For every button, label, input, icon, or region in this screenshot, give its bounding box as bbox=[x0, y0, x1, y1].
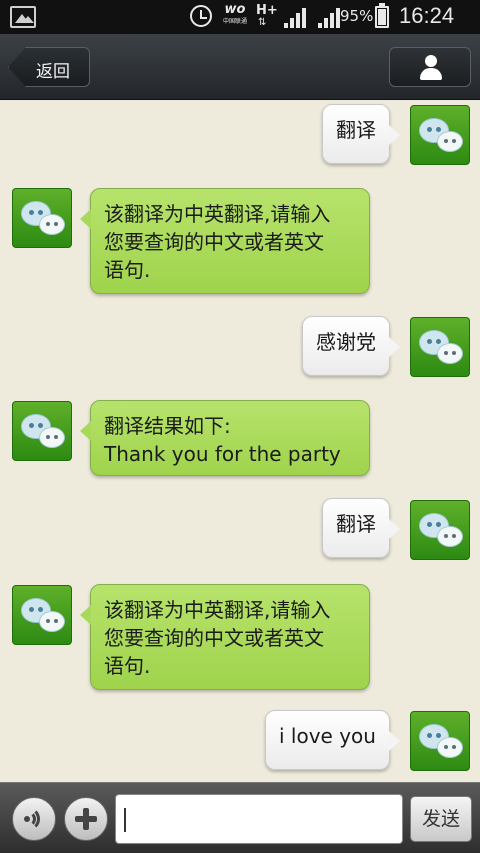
carrier-logo: wo 中国联通 bbox=[220, 2, 250, 28]
message-text: Thank you for the party bbox=[104, 442, 341, 466]
back-button-label: 返回 bbox=[36, 62, 70, 82]
message-text: 翻译 bbox=[336, 118, 376, 142]
attach-button[interactable] bbox=[64, 797, 108, 841]
message-text: 语句. bbox=[104, 654, 151, 678]
message-bubble-outgoing[interactable]: i love you bbox=[265, 710, 400, 770]
message-text: 翻译 bbox=[336, 512, 376, 536]
message-bubble-outgoing[interactable]: 感谢党 bbox=[302, 316, 400, 376]
message-text: 该翻译为中英翻译,请输入 bbox=[104, 598, 331, 622]
title-bar: 返回 bbox=[0, 34, 480, 100]
person-icon bbox=[420, 55, 442, 81]
my-avatar[interactable] bbox=[410, 105, 470, 165]
carrier-logo-text: wo bbox=[224, 2, 246, 17]
message-text: 您要查询的中文或者英文 bbox=[104, 626, 324, 650]
voice-icon bbox=[22, 807, 46, 831]
signal-strength-icon-2 bbox=[318, 8, 340, 28]
status-bar: wo 中国联通 H+ ⇅ 95% 16:24 bbox=[0, 0, 480, 34]
battery-percent: 95% bbox=[340, 7, 374, 25]
alarm-icon bbox=[190, 5, 212, 27]
wechat-bot-avatar[interactable] bbox=[12, 188, 72, 248]
my-avatar[interactable] bbox=[410, 317, 470, 377]
wechat-bot-avatar[interactable] bbox=[12, 585, 72, 645]
network-type: H+ bbox=[256, 3, 278, 18]
text-caret bbox=[124, 808, 126, 832]
chat-area[interactable]: 翻译 该翻译为中英翻译,请输入 您要查询的中文或者英文 语句. 感谢党 翻译结果… bbox=[0, 100, 480, 782]
plus-icon bbox=[75, 808, 97, 830]
message-bubble-incoming[interactable]: 该翻译为中英翻译,请输入 您要查询的中文或者英文 语句. bbox=[80, 188, 370, 294]
message-bubble-outgoing[interactable]: 翻译 bbox=[322, 104, 400, 164]
clock: 16:24 bbox=[399, 3, 455, 28]
message-bubble-incoming[interactable]: 该翻译为中英翻译,请输入 您要查询的中文或者英文 语句. bbox=[80, 584, 370, 690]
send-button[interactable]: 发送 bbox=[410, 796, 472, 842]
message-text: 翻译结果如下: bbox=[104, 414, 231, 438]
gallery-notification-icon bbox=[10, 6, 36, 28]
my-avatar[interactable] bbox=[410, 711, 470, 771]
carrier-name: 中国联通 bbox=[222, 18, 247, 25]
message-text: 语句. bbox=[104, 258, 151, 282]
message-bubble-outgoing[interactable]: 翻译 bbox=[322, 498, 400, 558]
message-text: 感谢党 bbox=[316, 330, 376, 354]
message-text: 该翻译为中英翻译,请输入 bbox=[104, 202, 331, 226]
voice-button[interactable] bbox=[12, 797, 56, 841]
profile-button[interactable] bbox=[389, 47, 471, 87]
my-avatar[interactable] bbox=[410, 500, 470, 560]
battery-icon bbox=[375, 3, 389, 28]
message-text: 您要查询的中文或者英文 bbox=[104, 230, 324, 254]
back-button[interactable]: 返回 bbox=[8, 47, 90, 87]
wechat-bot-avatar[interactable] bbox=[12, 401, 72, 461]
message-input[interactable] bbox=[115, 794, 403, 844]
message-bubble-incoming[interactable]: 翻译结果如下: Thank you for the party bbox=[80, 400, 370, 476]
data-activity-icon: ⇅ bbox=[258, 17, 267, 28]
input-bar: 发送 bbox=[0, 782, 480, 853]
signal-strength-icon bbox=[284, 8, 306, 28]
message-text: i love you bbox=[279, 724, 376, 748]
